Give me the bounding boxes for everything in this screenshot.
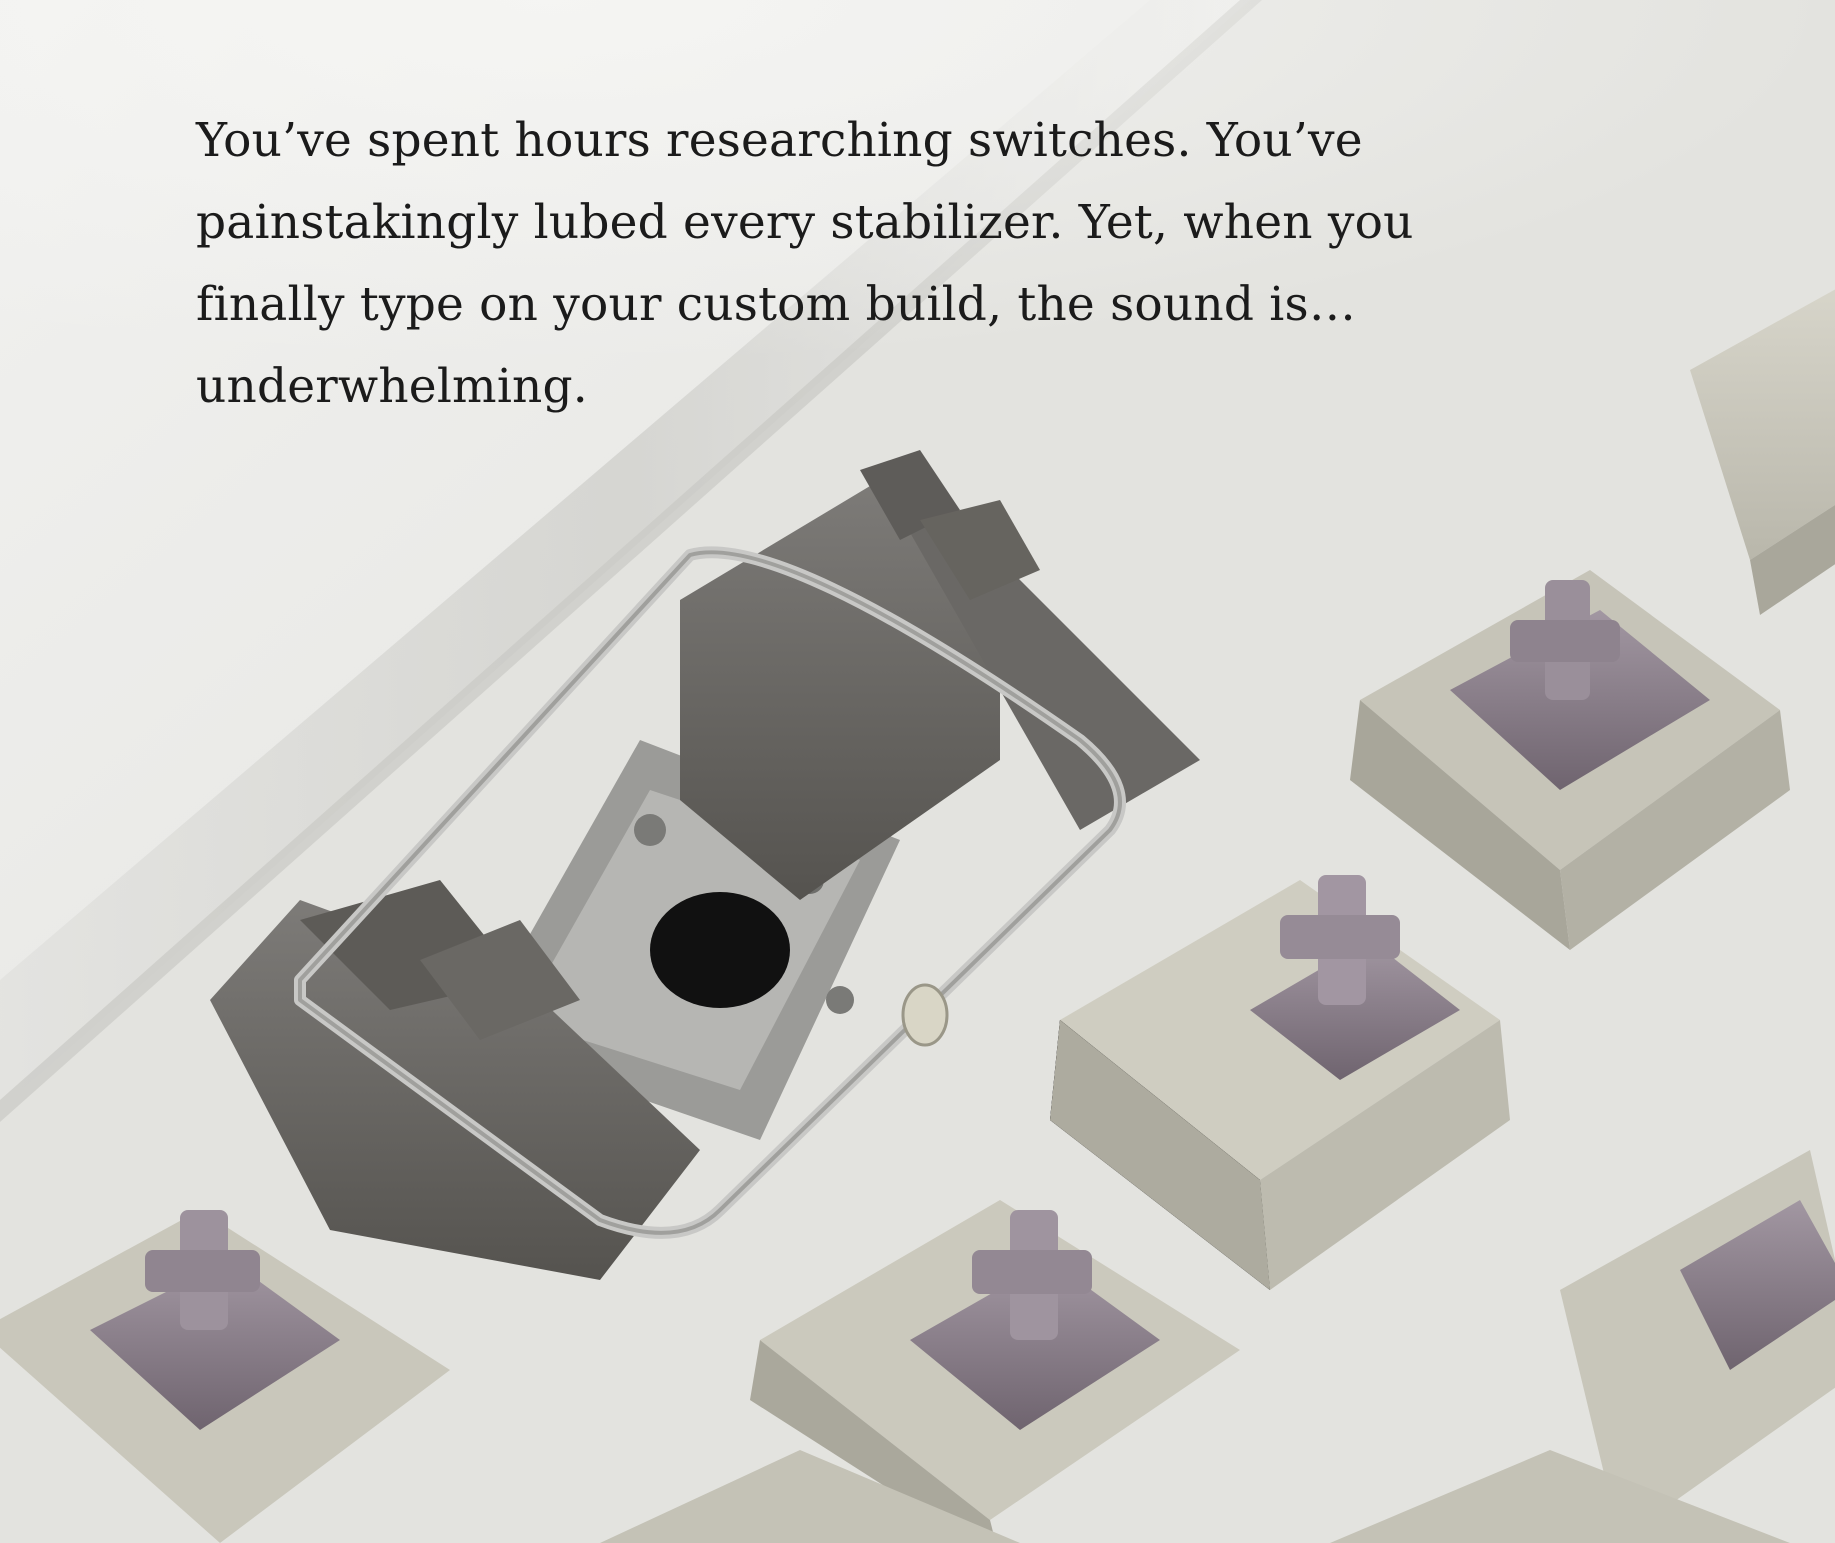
keyboard-photo-scene: You’ve spent hours researching switches.… <box>0 0 1835 1543</box>
caption-line: finally type on your custom build, the s… <box>196 277 1357 332</box>
caption-line: You’ve spent hours researching switches.… <box>196 113 1363 168</box>
caption-text: You’ve spent hours researching switches.… <box>196 100 1656 428</box>
caption-line: painstakingly lubed every stabilizer. Ye… <box>196 195 1414 250</box>
caption-line: underwhelming. <box>196 359 588 414</box>
